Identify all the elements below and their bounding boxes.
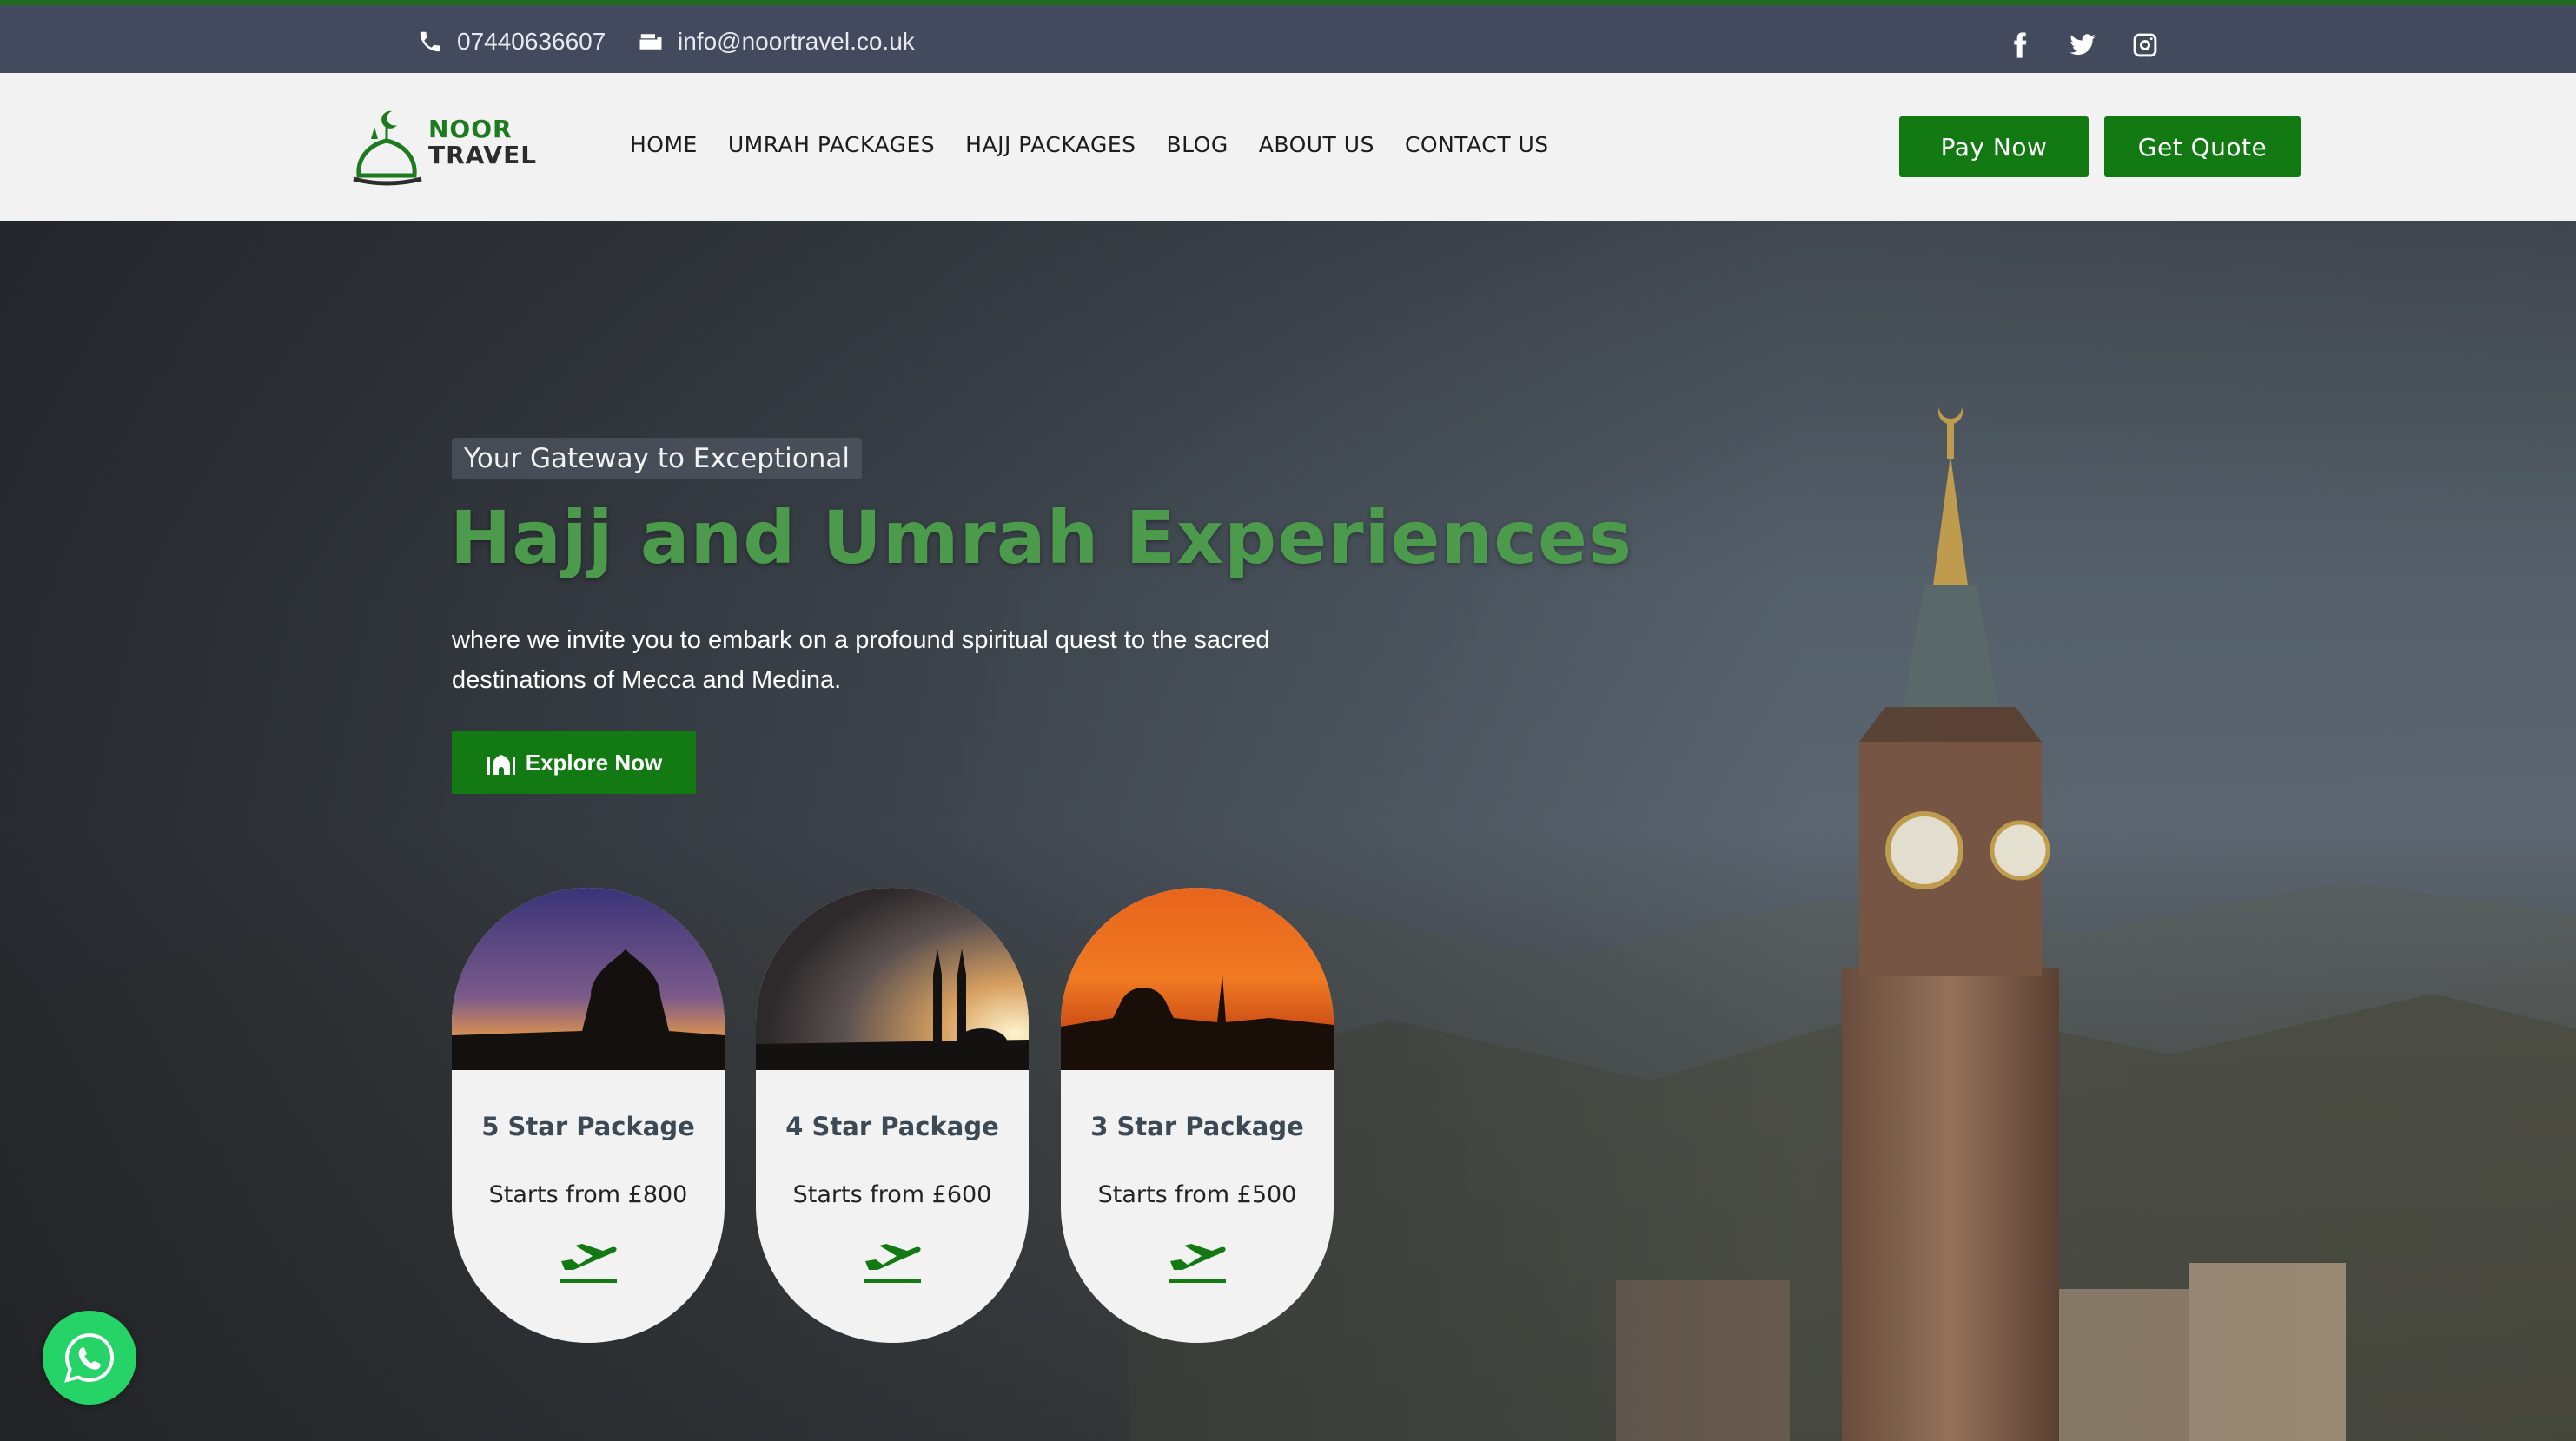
logo-wordmark: NOOR TRAVEL xyxy=(428,116,537,169)
phone-number: 07440636607 xyxy=(457,28,606,55)
social-links xyxy=(2006,31,2159,59)
email-contact[interactable]: info@noortravel.co.uk xyxy=(638,28,915,56)
nav-contact-us[interactable]: CONTACT US xyxy=(1405,132,1549,157)
package-title: 3 Star Package xyxy=(1090,1112,1304,1141)
plane-departure-icon xyxy=(560,1244,617,1283)
hero-tagline: Your Gateway to Exceptional xyxy=(452,438,862,479)
orange-sunset-mosque-photo xyxy=(1061,888,1334,1070)
email-address: info@noortravel.co.uk xyxy=(678,28,915,55)
hero-section: Your Gateway to Exceptional Hajj and Umr… xyxy=(0,221,2576,1441)
get-quote-button[interactable]: Get Quote xyxy=(2104,116,2301,177)
site-logo[interactable]: NOOR TRAVEL xyxy=(352,104,543,191)
primary-nav: HOME UMRAH PACKAGES HAJJ PACKAGES BLOG A… xyxy=(630,132,1549,157)
explore-now-label: Explore Now xyxy=(525,749,663,776)
mail-icon xyxy=(639,34,662,50)
whatsapp-chat-button[interactable] xyxy=(43,1311,136,1405)
whatsapp-icon xyxy=(64,1332,115,1383)
facebook-icon[interactable] xyxy=(2006,31,2034,59)
package-card-3-star[interactable]: 3 Star Package Starts from £500 xyxy=(1061,888,1334,1343)
mosque-dome-icon xyxy=(353,110,422,186)
main-navbar: NOOR TRAVEL HOME UMRAH PACKAGES HAJJ PAC… xyxy=(0,73,2576,221)
instagram-icon[interactable] xyxy=(2131,31,2159,59)
hero-description: where we invite you to embark on a profo… xyxy=(452,626,1270,694)
minarets-dusk-photo xyxy=(756,888,1029,1070)
package-title: 5 Star Package xyxy=(481,1112,695,1141)
top-bar: 07440636607 info@noortravel.co.uk xyxy=(0,0,2576,73)
mosque-sunset-photo xyxy=(452,888,725,1070)
nav-about-us[interactable]: ABOUT US xyxy=(1259,132,1374,157)
logo-line-travel: TRAVEL xyxy=(428,141,538,169)
nav-blog[interactable]: BLOG xyxy=(1167,132,1228,157)
plane-departure-icon xyxy=(864,1244,921,1283)
plane-departure-icon xyxy=(1169,1244,1226,1283)
package-price: Starts from £600 xyxy=(792,1181,992,1208)
pay-now-button[interactable]: Pay Now xyxy=(1899,116,2089,177)
package-price: Starts from £500 xyxy=(1097,1181,1297,1208)
hero-headline: Hajj and Umrah Experiences xyxy=(450,495,1632,580)
nav-hajj-packages[interactable]: HAJJ PACKAGES xyxy=(965,132,1136,157)
logo-line-noor: NOOR xyxy=(428,115,513,143)
nav-umrah-packages[interactable]: UMRAH PACKAGES xyxy=(728,132,935,157)
package-card-5-star[interactable]: 5 Star Package Starts from £800 xyxy=(452,888,725,1343)
package-price: Starts from £800 xyxy=(488,1181,688,1208)
package-title: 4 Star Package xyxy=(785,1112,999,1141)
phone-contact[interactable]: 07440636607 xyxy=(417,28,606,56)
nav-home[interactable]: HOME xyxy=(630,132,698,157)
package-card-4-star[interactable]: 4 Star Package Starts from £600 xyxy=(756,888,1029,1343)
phone-icon xyxy=(420,31,440,52)
mosque-icon xyxy=(487,755,515,775)
twitter-icon[interactable] xyxy=(2069,31,2096,59)
explore-now-button[interactable]: Explore Now xyxy=(452,731,696,794)
